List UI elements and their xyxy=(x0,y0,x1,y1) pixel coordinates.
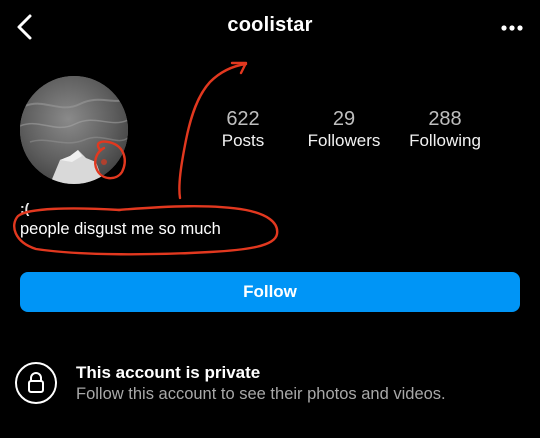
profile-display-name: :( xyxy=(20,200,30,216)
avatar-photo xyxy=(20,76,128,184)
stat-followers-value: 29 xyxy=(332,108,356,130)
stat-posts[interactable]: 622 Posts xyxy=(188,108,298,152)
stat-following[interactable]: 288 Following xyxy=(390,108,500,152)
private-account-title: This account is private xyxy=(76,363,261,382)
follow-button[interactable]: Follow xyxy=(20,272,520,312)
stat-posts-value: 622 xyxy=(226,108,260,130)
top-bar: coolistar xyxy=(0,0,540,56)
profile-bio: people disgust me so much xyxy=(20,220,221,238)
stat-followers-label: Followers xyxy=(307,131,381,150)
lock-icon xyxy=(15,362,57,404)
profile-avatar[interactable] xyxy=(20,76,128,184)
stat-following-value: 288 xyxy=(428,108,462,130)
stat-posts-label: Posts xyxy=(221,131,265,150)
private-account-subtitle: Follow this account to see their photos … xyxy=(76,385,446,403)
annotation-arrowhead xyxy=(230,61,248,75)
profile-username: coolistar xyxy=(227,14,313,36)
stat-following-label: Following xyxy=(409,131,481,150)
stat-followers[interactable]: 29 Followers xyxy=(289,108,399,152)
more-options-icon[interactable] xyxy=(498,16,526,40)
